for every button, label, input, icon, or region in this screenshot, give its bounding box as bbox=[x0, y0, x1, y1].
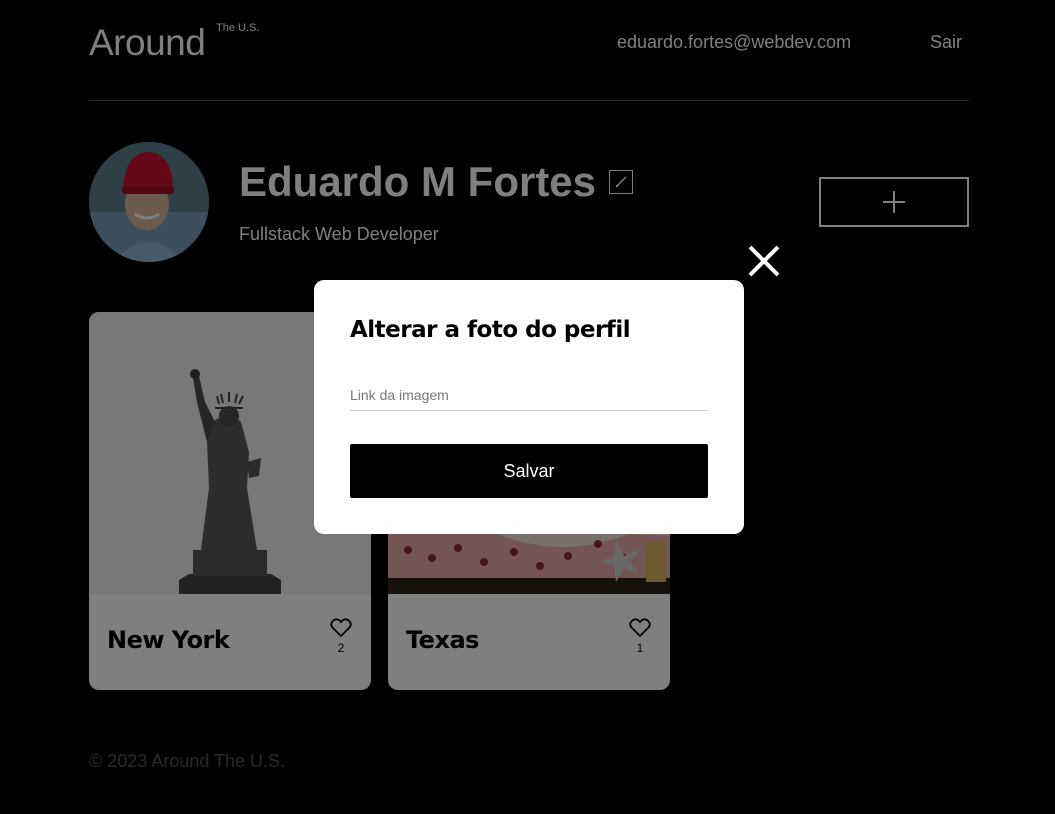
close-button[interactable] bbox=[745, 242, 783, 280]
close-icon bbox=[748, 245, 780, 277]
image-link-input[interactable] bbox=[350, 380, 708, 411]
edit-avatar-modal: Alterar a foto do perfil Salvar bbox=[314, 280, 744, 534]
modal-title: Alterar a foto do perfil bbox=[350, 317, 631, 343]
save-button[interactable]: Salvar bbox=[350, 444, 708, 498]
